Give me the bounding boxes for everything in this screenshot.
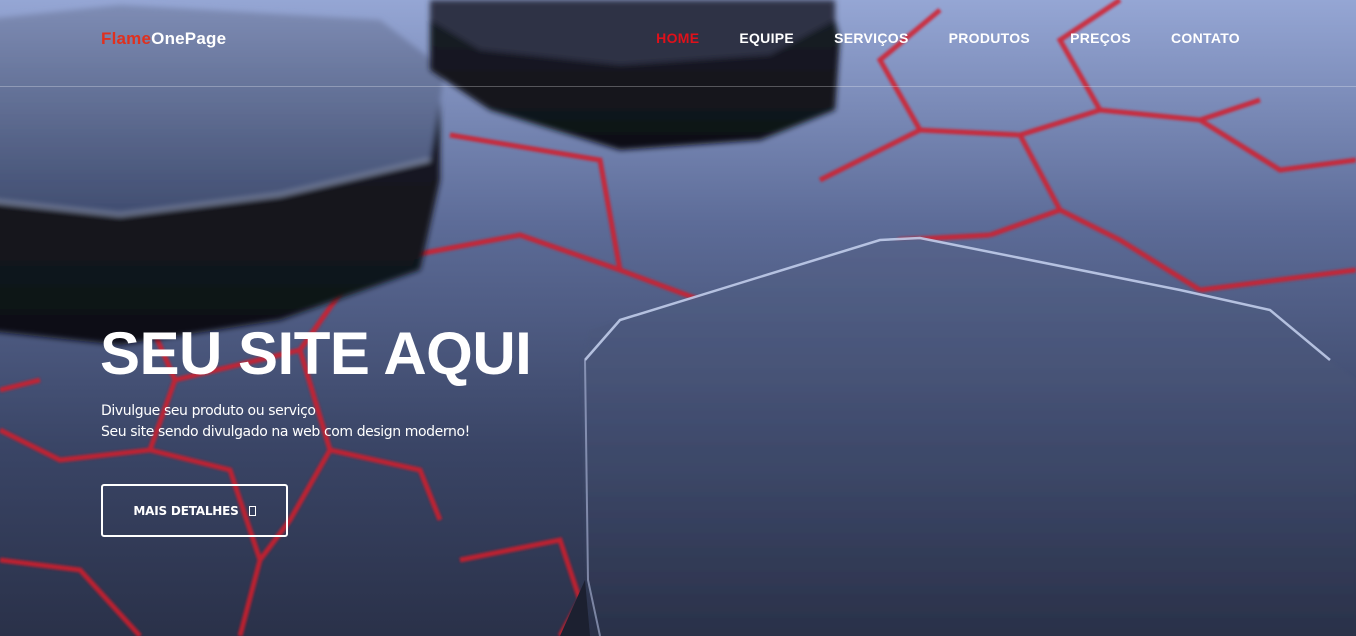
nav-item-contato[interactable]: CONTATO <box>1171 30 1240 46</box>
more-details-button-label: MAIS DETALHES <box>133 503 239 518</box>
main-navbar: FlameOnePage HOME EQUIPE SERVIÇOS PRODUT… <box>0 0 1356 87</box>
hero-section: FlameOnePage HOME EQUIPE SERVIÇOS PRODUT… <box>0 0 1356 636</box>
nav-item-precos[interactable]: PREÇOS <box>1070 30 1131 46</box>
nav-item-equipe[interactable]: EQUIPE <box>739 30 794 46</box>
hexagon-background-image <box>0 0 1356 636</box>
hero-subtitle-line-1: Divulgue seu produto ou serviço <box>101 403 316 419</box>
hero-subtitle-line-2: Seu site sendo divulgado na web com desi… <box>101 424 470 440</box>
brand-logo-part-onepage: OnePage <box>151 29 227 48</box>
nav-item-produtos[interactable]: PRODUTOS <box>949 30 1031 46</box>
more-details-button[interactable]: MAIS DETALHES <box>101 484 288 537</box>
nav-item-home[interactable]: HOME <box>656 30 699 46</box>
hero-title: SEU SITE AQUI <box>100 320 532 387</box>
hero-subtitle: Divulgue seu produto ou serviço Seu site… <box>101 401 470 443</box>
arrow-box-icon <box>248 505 256 516</box>
nav-item-servicos[interactable]: SERVIÇOS <box>834 30 909 46</box>
nav-menu: HOME EQUIPE SERVIÇOS PRODUTOS PREÇOS CON… <box>616 30 1240 46</box>
brand-logo-part-flame: Flame <box>101 29 152 48</box>
brand-logo[interactable]: FlameOnePage <box>101 29 226 49</box>
